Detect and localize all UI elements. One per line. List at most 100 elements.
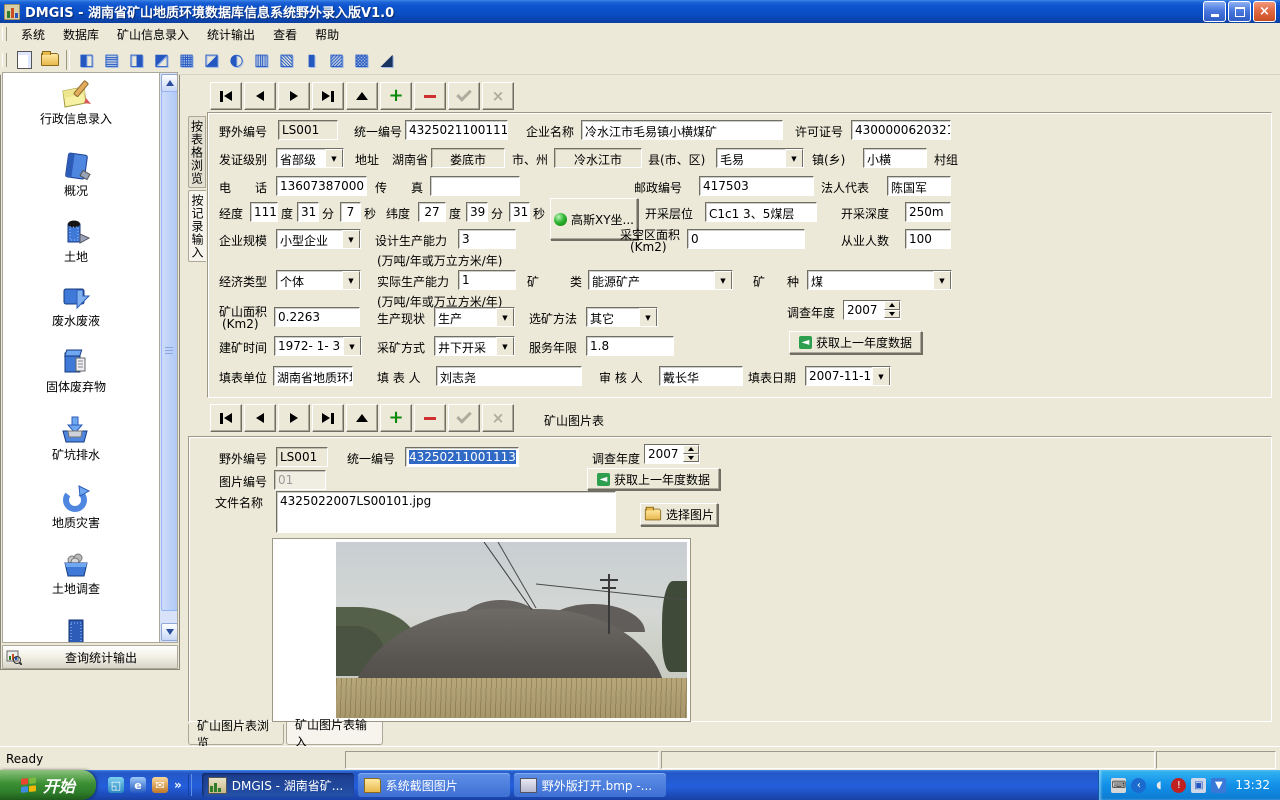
overview-button[interactable]: ▤ xyxy=(100,48,123,71)
spin-down-icon[interactable] xyxy=(683,454,699,463)
mining-layer-input[interactable]: C1c1 3、5煤层 xyxy=(705,202,817,222)
field-no-input[interactable]: LS001 xyxy=(278,120,338,140)
nav2-insert-button[interactable]: + xyxy=(380,404,412,432)
fetch-prev-year-button[interactable]: ◄ 获取上一年度数据 xyxy=(789,331,922,354)
pic-survey-year-spinner[interactable]: 2007 xyxy=(644,444,700,464)
nav2-next-button[interactable] xyxy=(278,404,310,432)
sidebar-item-pit-drainage[interactable]: 矿坑排水 xyxy=(3,414,149,463)
spin-down-icon[interactable] xyxy=(884,310,900,319)
dropdown-arrow-icon[interactable]: ▼ xyxy=(933,271,951,290)
nav2-last-button[interactable] xyxy=(312,404,344,432)
dropdown-arrow-icon[interactable]: ▼ xyxy=(325,149,343,168)
new-document-button[interactable] xyxy=(13,48,36,71)
tab-input-by-record[interactable]: 按记录输入 xyxy=(188,190,206,262)
land-button[interactable]: ◨ xyxy=(125,48,148,71)
pic-unified-no-input[interactable]: 43250211001113 xyxy=(405,447,519,467)
mine-area-input[interactable]: 0.2263 xyxy=(274,307,360,327)
sidebar-item-solid-waste[interactable]: 固体废弃物 xyxy=(3,346,149,395)
file-name-input[interactable]: 4325022007LS00101.jpg xyxy=(276,491,616,533)
unified-no-input[interactable]: 43250211001113 xyxy=(405,120,508,140)
volume-tray-icon[interactable]: ◖ xyxy=(1151,778,1166,793)
fill-date-combo[interactable]: 2007-11-13▼ xyxy=(805,366,891,386)
nav2-first-button[interactable] xyxy=(210,404,242,432)
actual-capacity-input[interactable]: 1 xyxy=(458,270,516,290)
update-tray-icon[interactable]: ▼ xyxy=(1211,778,1226,793)
prefecture-input[interactable]: 冷水江市 xyxy=(554,148,642,168)
nav-insert-button[interactable]: + xyxy=(380,82,412,110)
spin-up-icon[interactable] xyxy=(683,445,699,454)
close-button[interactable]: × xyxy=(1253,1,1276,22)
pic-no-input[interactable]: 01 xyxy=(274,470,326,490)
pic-fetch-prev-year-button[interactable]: ◄ 获取上一年度数据 xyxy=(587,468,720,490)
tab-picture-input[interactable]: 矿山图片表输入 xyxy=(286,722,383,745)
mining-depth-input[interactable]: 250m xyxy=(905,202,951,222)
drum-button[interactable]: ▥ xyxy=(250,48,273,71)
open-button[interactable] xyxy=(38,48,61,71)
legal-rep-input[interactable]: 陈国军 xyxy=(887,176,951,196)
economic-type-combo[interactable]: 个体▼ xyxy=(276,270,361,290)
nav2-top-button[interactable] xyxy=(346,404,378,432)
county-combo[interactable]: 毛易▼ xyxy=(716,148,804,168)
auditor-input[interactable]: 戴长华 xyxy=(659,366,743,386)
phone-input[interactable]: 13607387000 xyxy=(276,176,367,196)
goaf-area-input[interactable]: 0 xyxy=(687,229,805,249)
nav2-previous-button[interactable] xyxy=(244,404,276,432)
menu-help[interactable]: 帮助 xyxy=(306,23,348,46)
mineral-kind-combo[interactable]: 煤▼ xyxy=(807,270,952,290)
menu-view[interactable]: 查看 xyxy=(264,23,306,46)
nav2-cancel-button[interactable]: × xyxy=(482,404,514,432)
dropdown-arrow-icon[interactable]: ▼ xyxy=(343,337,361,356)
sidebar-item-overview[interactable]: 概况 xyxy=(3,150,149,199)
mineral-class-combo[interactable]: 能源矿产▼ xyxy=(588,270,733,290)
toolbar-grip[interactable] xyxy=(2,53,7,67)
lon-min-input[interactable]: 31 xyxy=(297,202,319,222)
menu-database[interactable]: 数据库 xyxy=(54,23,108,46)
lon-deg-input[interactable]: 111 xyxy=(250,202,278,222)
menubar-grip[interactable] xyxy=(2,27,7,41)
nav-last-button[interactable] xyxy=(312,82,344,110)
start-button[interactable]: 开始 xyxy=(0,770,96,800)
fill-person-input[interactable]: 刘志尧 xyxy=(436,366,582,386)
sidebar-item-land[interactable]: 土地 xyxy=(3,216,149,265)
fax-input[interactable] xyxy=(430,176,520,196)
quick-launch-ie-icon[interactable]: e xyxy=(130,777,146,793)
entry-edit-button[interactable]: ◧ xyxy=(75,48,98,71)
nav-next-button[interactable] xyxy=(278,82,310,110)
dropdown-arrow-icon[interactable]: ▼ xyxy=(639,308,657,327)
exit-button[interactable]: ◢ xyxy=(375,48,398,71)
sidebar-group-query-output[interactable]: 查询统计输出 xyxy=(2,645,178,669)
nav-top-button[interactable] xyxy=(346,82,378,110)
scroll-down-button[interactable] xyxy=(161,623,178,641)
network-tray-icon[interactable]: ▣ xyxy=(1191,778,1206,793)
town-input[interactable]: 小横 xyxy=(863,148,927,168)
design-capacity-input[interactable]: 3 xyxy=(458,229,516,249)
map-locate-button[interactable]: ◩ xyxy=(150,48,173,71)
dropdown-arrow-icon[interactable]: ▼ xyxy=(342,271,360,290)
sidebar-item-geohazard[interactable]: 地质灾害 xyxy=(3,482,149,531)
sidebar-item-land-survey[interactable]: 土地调查 xyxy=(3,548,149,597)
service-years-input[interactable]: 1.8 xyxy=(586,336,674,356)
lon-sec-input[interactable]: 7 xyxy=(340,202,361,222)
spin-up-icon[interactable] xyxy=(884,301,900,310)
company-input[interactable]: 冷水江市毛易镇小横煤矿 xyxy=(581,120,783,140)
nav-first-button[interactable] xyxy=(210,82,242,110)
lat-min-input[interactable]: 39 xyxy=(466,202,488,222)
pump-drain-button[interactable]: ▧ xyxy=(275,48,298,71)
nav-cancel-button[interactable]: × xyxy=(482,82,514,110)
pic-field-no-input[interactable]: LS001 xyxy=(276,447,328,467)
security-shield-tray-icon[interactable]: ! xyxy=(1171,778,1186,793)
collapse-tray-icon[interactable]: ‹ xyxy=(1131,778,1146,793)
postcode-input[interactable]: 417503 xyxy=(699,176,814,196)
sidebar-item-wastewater[interactable]: 废水废液 xyxy=(3,280,149,329)
buildings-button[interactable]: ▨ xyxy=(325,48,348,71)
column-button[interactable]: ▮ xyxy=(300,48,323,71)
dropdown-arrow-icon[interactable]: ▼ xyxy=(872,367,890,386)
dropdown-arrow-icon[interactable]: ▼ xyxy=(714,271,732,290)
enterprise-scale-combo[interactable]: 小型企业▼ xyxy=(276,229,361,249)
solid-waste-button[interactable]: ▦ xyxy=(175,48,198,71)
select-picture-button[interactable]: 选择图片 xyxy=(640,503,718,526)
production-status-combo[interactable]: 生产▼ xyxy=(434,307,515,327)
mining-method-combo[interactable]: 井下开采▼ xyxy=(434,336,515,356)
minimize-button[interactable] xyxy=(1203,1,1226,22)
build-time-combo[interactable]: 1972- 1- 3▼ xyxy=(274,336,362,356)
